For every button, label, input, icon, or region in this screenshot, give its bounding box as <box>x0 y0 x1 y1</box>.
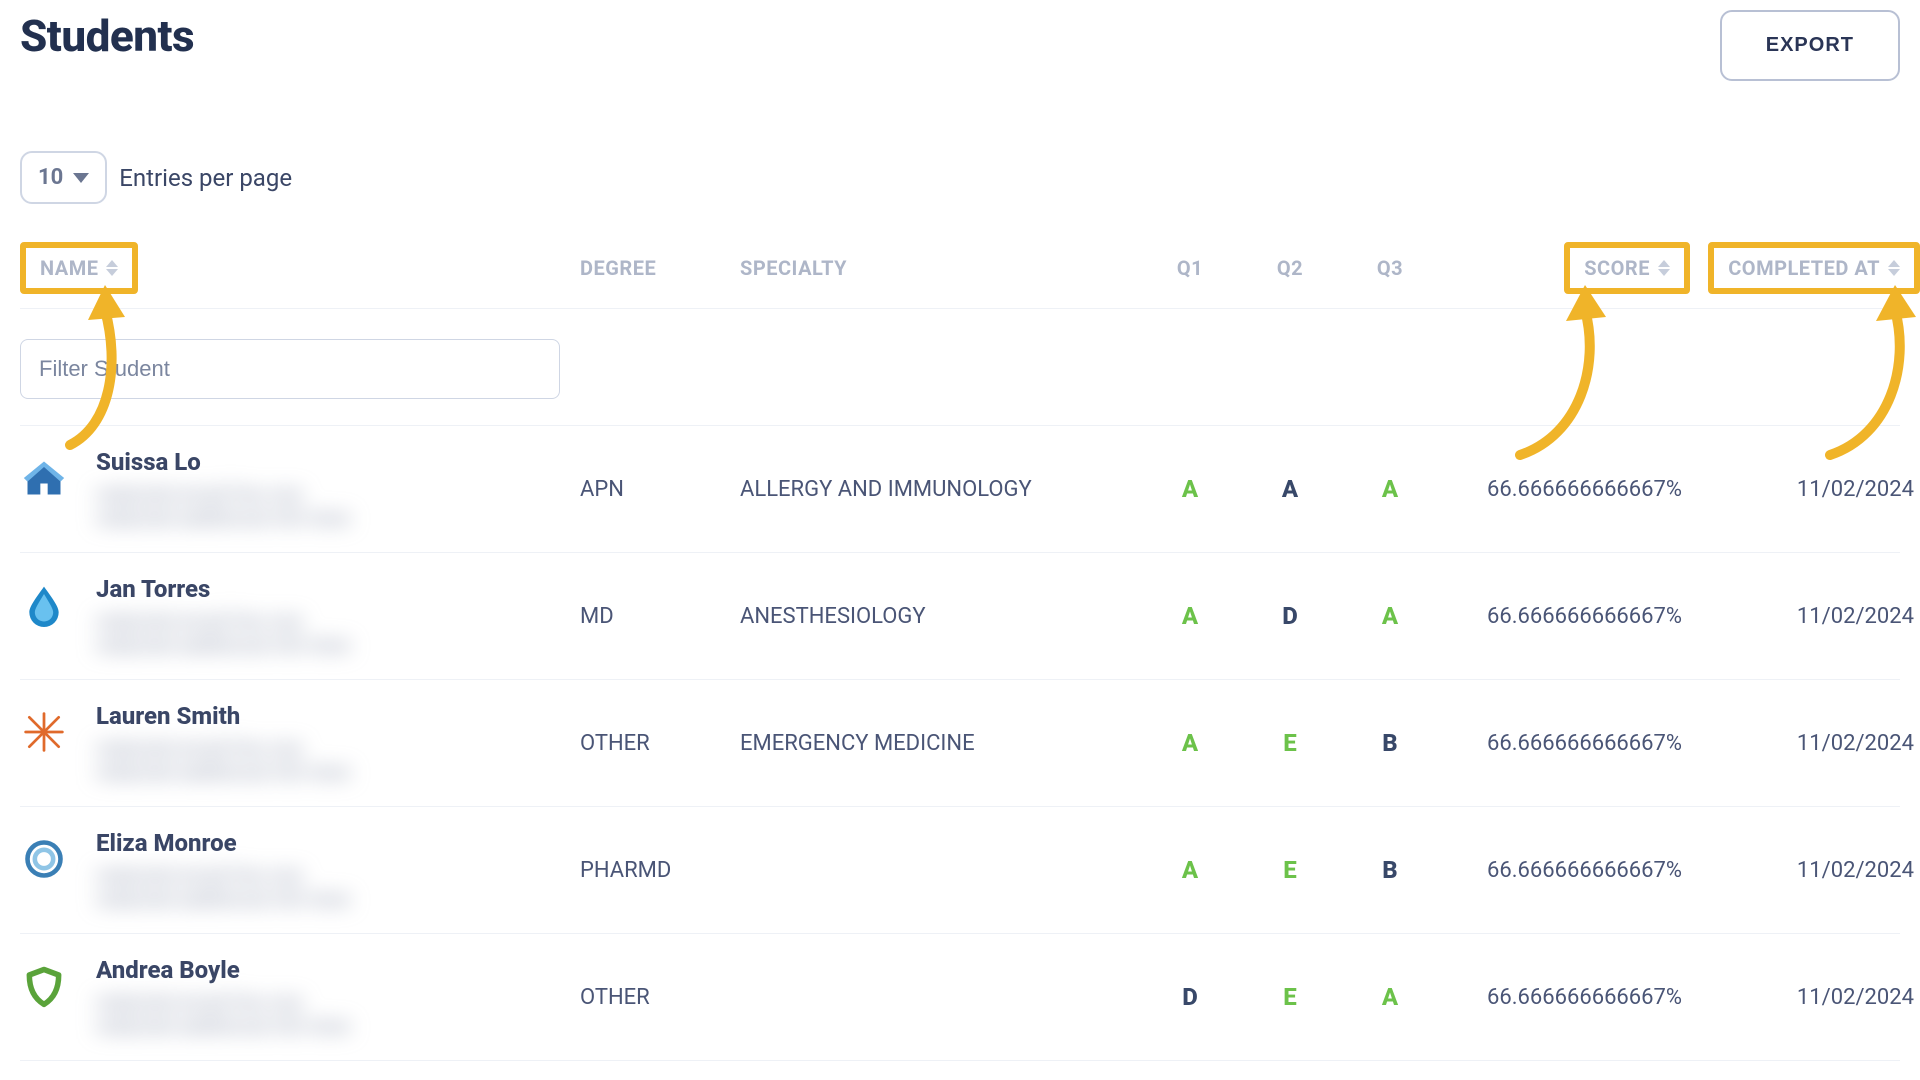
redacted-text: redacted email line oneredacted addition… <box>96 990 350 1038</box>
column-header-completed-label: COMPLETED AT <box>1728 256 1880 280</box>
completed-cell: 11/02/2024 <box>1690 604 1920 629</box>
degree-cell: OTHER <box>580 731 740 756</box>
specialty-cell: ALLERGY AND IMMUNOLOGY <box>740 477 1140 502</box>
score-cell: 66.666666666667% <box>1440 985 1690 1010</box>
column-header-name-label: NAME <box>40 256 98 280</box>
column-header-score[interactable]: SCORE <box>1564 242 1690 294</box>
degree-cell: PHARMD <box>580 858 740 883</box>
q2-grade: D <box>1240 602 1340 630</box>
column-header-score-label: SCORE <box>1584 256 1650 280</box>
name-cell: Andrea Boyle redacted email line oneredac… <box>20 956 580 1038</box>
student-name: Andrea Boyle <box>96 956 350 984</box>
name-cell: Lauren Smith redacted email line oneredac… <box>20 702 580 784</box>
table-row[interactable]: Katie Cook(+1)redacted email line onered… <box>20 1061 1900 1080</box>
completed-cell: 11/02/2024 <box>1690 731 1920 756</box>
sort-icon <box>106 260 118 276</box>
export-button[interactable]: EXPORT <box>1720 10 1900 81</box>
name-text: Lauren Smith redacted email line oneredac… <box>96 702 350 784</box>
q2-grade: A <box>1240 475 1340 503</box>
entries-value: 10 <box>38 165 63 190</box>
chevron-down-icon <box>73 173 89 183</box>
score-cell: 66.666666666667% <box>1440 477 1690 502</box>
students-page: Students EXPORT 10 Entries per page NAME… <box>0 0 1920 1080</box>
redacted-text: redacted email line oneredacted addition… <box>96 609 350 657</box>
table-row[interactable]: Suissa Lo redacted email line oneredacted… <box>20 426 1900 553</box>
column-header-q3[interactable]: Q3 <box>1340 256 1440 280</box>
table-row[interactable]: Lauren Smith redacted email line oneredac… <box>20 680 1900 807</box>
specialty-cell: EMERGENCY MEDICINE <box>740 731 1140 756</box>
filter-row <box>20 309 1900 426</box>
completed-cell: 11/02/2024 <box>1690 985 1920 1010</box>
redacted-text: redacted email line oneredacted addition… <box>96 863 350 911</box>
q1-grade: A <box>1140 602 1240 630</box>
name-text: Andrea Boyle redacted email line oneredac… <box>96 956 350 1038</box>
entries-select[interactable]: 10 <box>20 151 107 204</box>
name-text: Eliza Monroe redacted email line oneredac… <box>96 829 350 911</box>
specialty-cell: ANESTHESIOLOGY <box>740 604 1140 629</box>
q3-grade: A <box>1340 602 1440 630</box>
completed-cell: 11/02/2024 <box>1690 477 1920 502</box>
sort-icon <box>1658 260 1670 276</box>
score-cell: 66.666666666667% <box>1440 731 1690 756</box>
table-body: Suissa Lo redacted email line oneredacted… <box>20 426 1900 1080</box>
page-header: Students EXPORT <box>20 10 1900 81</box>
q1-grade: A <box>1140 856 1240 884</box>
table-row[interactable]: Eliza Monroe redacted email line oneredac… <box>20 807 1900 934</box>
table-row[interactable]: Jan Torres redacted email line oneredacte… <box>20 553 1900 680</box>
q1-grade: A <box>1140 475 1240 503</box>
entries-per-page: 10 Entries per page <box>20 151 1900 204</box>
name-text: Jan Torres redacted email line oneredacte… <box>96 575 350 657</box>
q3-grade: A <box>1340 475 1440 503</box>
table-row[interactable]: Andrea Boyle redacted email line oneredac… <box>20 934 1900 1061</box>
student-name: Jan Torres <box>96 575 350 603</box>
sort-icon <box>1888 260 1900 276</box>
column-header-degree[interactable]: DEGREE <box>580 256 740 280</box>
column-header-q1[interactable]: Q1 <box>1140 256 1240 280</box>
score-cell: 66.666666666667% <box>1440 604 1690 629</box>
table-header: NAME DEGREE SPECIALTY Q1 Q2 Q3 SCORE COM… <box>20 222 1900 309</box>
degree-cell: APN <box>580 477 740 502</box>
completed-cell: 11/02/2024 <box>1690 858 1920 883</box>
avatar-icon <box>20 454 68 502</box>
redacted-text: redacted email line oneredacted addition… <box>96 482 350 530</box>
column-header-q2[interactable]: Q2 <box>1240 256 1340 280</box>
avatar-icon <box>20 581 68 629</box>
name-cell: Jan Torres redacted email line oneredacte… <box>20 575 580 657</box>
q2-grade: E <box>1240 729 1340 757</box>
degree-cell: MD <box>580 604 740 629</box>
page-title: Students <box>20 10 194 62</box>
avatar-icon <box>20 962 68 1010</box>
name-text: Suissa Lo redacted email line oneredacted… <box>96 448 350 530</box>
avatar-icon <box>20 835 68 883</box>
q2-grade: E <box>1240 983 1340 1011</box>
avatar-icon <box>20 708 68 756</box>
q3-grade: B <box>1340 729 1440 757</box>
q1-grade: D <box>1140 983 1240 1011</box>
student-name: Suissa Lo <box>96 448 350 476</box>
q1-grade: A <box>1140 729 1240 757</box>
student-name: Eliza Monroe <box>96 829 350 857</box>
q2-grade: E <box>1240 856 1340 884</box>
name-cell: Suissa Lo redacted email line oneredacted… <box>20 448 580 530</box>
column-header-name[interactable]: NAME <box>20 242 138 294</box>
q3-grade: B <box>1340 856 1440 884</box>
filter-student-input[interactable] <box>20 339 560 399</box>
entries-label: Entries per page <box>119 164 292 192</box>
name-cell: Eliza Monroe redacted email line oneredac… <box>20 829 580 911</box>
degree-cell: OTHER <box>580 985 740 1010</box>
column-header-completed[interactable]: COMPLETED AT <box>1708 242 1920 294</box>
redacted-text: redacted email line oneredacted addition… <box>96 736 350 784</box>
q3-grade: A <box>1340 983 1440 1011</box>
student-name: Lauren Smith <box>96 702 350 730</box>
score-cell: 66.666666666667% <box>1440 858 1690 883</box>
column-header-specialty[interactable]: SPECIALTY <box>740 256 1140 280</box>
